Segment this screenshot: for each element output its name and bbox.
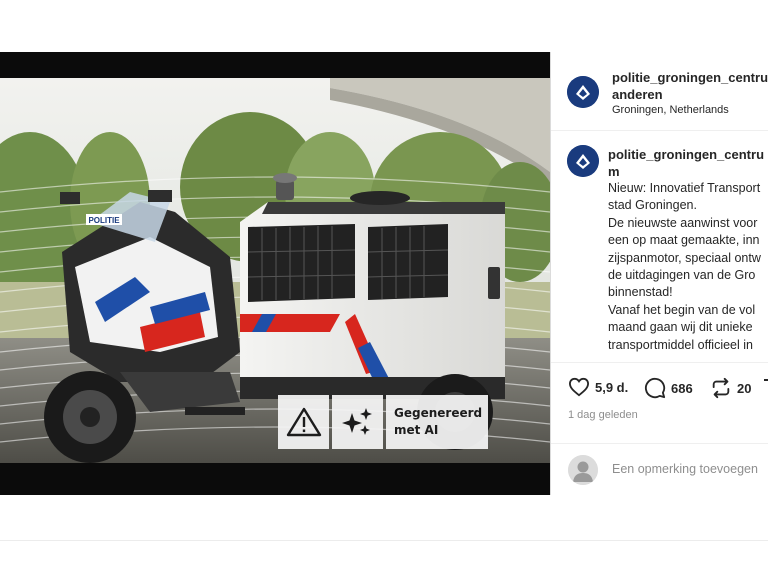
caption-line: binnenstad! (608, 285, 673, 300)
heart-icon (568, 377, 590, 397)
warning-triangle-icon (286, 407, 321, 437)
caption-section: politie_groningen_centru m Nieuw: Innova… (551, 132, 768, 362)
police-logo-icon (567, 145, 599, 177)
share-icon (764, 379, 768, 381)
caption-avatar[interactable] (567, 145, 599, 177)
account-username[interactable]: politie_groningen_centru (612, 69, 768, 86)
caption-username[interactable]: politie_groningen_centru (608, 146, 764, 163)
caption-line: zijspanmotor, speciaal ontw (608, 250, 761, 265)
like-count: 5,9 d. (595, 379, 629, 395)
repost-icon (712, 377, 730, 399)
post-header: politie_groningen_centru anderen Groning… (551, 52, 768, 131)
ai-label-box: Gegenereerd met AI (386, 395, 488, 449)
caption-line: de uitdagingen van de Gro (608, 268, 756, 283)
post-side-panel: politie_groningen_centru anderen Groning… (550, 52, 768, 495)
add-comment-row: Een opmerking toevoegen (551, 443, 768, 495)
caption-line: Nieuw: Innovatief Transport (608, 181, 761, 195)
collaborators-label[interactable]: anderen (612, 86, 663, 103)
caption-line: De nieuwste aanwinst voor (608, 215, 758, 230)
post-dialog: POLITIE Gegenereerd met AI politie_groni… (0, 52, 768, 495)
caption-username-continued[interactable]: m (608, 163, 620, 180)
caption-line: een op maat gemaakte, inn (608, 233, 760, 248)
comment-count: 686 (671, 380, 693, 396)
sparkles-icon (341, 408, 372, 435)
user-placeholder-icon (568, 455, 598, 485)
share-button[interactable] (763, 377, 768, 399)
caption-line: Vanaf het begin van de vol (608, 302, 756, 317)
comment-bubble-icon (644, 377, 666, 399)
repost-count: 20 (737, 380, 752, 396)
post-location[interactable]: Groningen, Netherlands (612, 104, 729, 116)
comment-input[interactable]: Een opmerking toevoegen (612, 462, 758, 476)
windshield-label: POLITIE (88, 216, 120, 225)
ai-generated-badge: Gegenereerd met AI (278, 395, 488, 449)
repost-button[interactable]: 20 (710, 377, 751, 399)
page-bottom-bar (0, 540, 768, 576)
post-timestamp: 1 dag geleden (568, 409, 638, 421)
caption-line: stad Groningen. (608, 198, 697, 213)
comment-button[interactable]: 686 (644, 377, 693, 399)
ai-sparkle-box (332, 395, 383, 449)
page: POLITIE Gegenereerd met AI politie_groni… (0, 0, 768, 576)
police-logo-icon (567, 76, 599, 108)
account-avatar[interactable] (567, 76, 599, 108)
caption-line: maand gaan wij dit unieke (608, 320, 753, 335)
caption-line: transportmiddel officieel in (608, 337, 753, 352)
current-user-avatar (568, 455, 598, 485)
post-image[interactable]: POLITIE Gegenereerd met AI (0, 52, 550, 495)
post-actions: 5,9 d. 686 20 1 dag geleden Een opmerkin… (551, 362, 768, 495)
ai-generated-label: Gegenereerd met AI (394, 406, 483, 437)
like-button[interactable]: 5,9 d. (568, 377, 628, 397)
ai-warning-box (278, 395, 329, 449)
caption-text: Nieuw: Innovatief Transport stad Groning… (608, 180, 761, 354)
